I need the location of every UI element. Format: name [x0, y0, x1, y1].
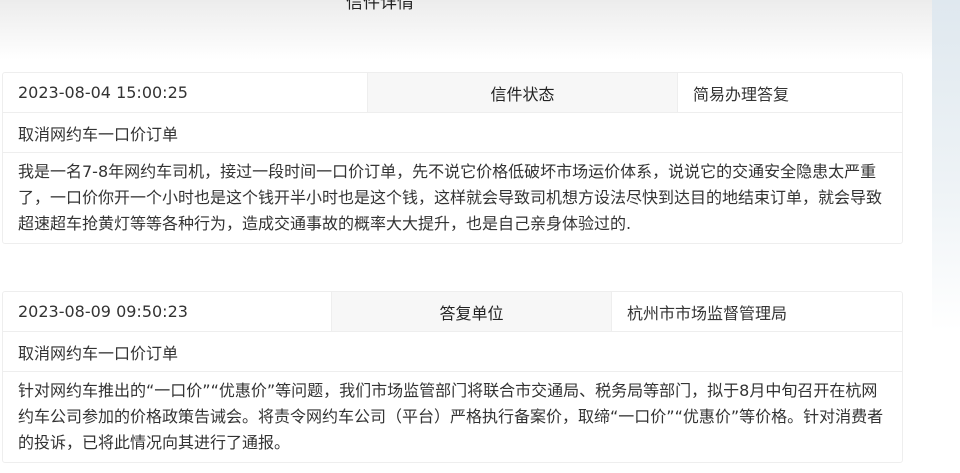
letter-content: 我是一名7-8年网约车司机，接过一段时间一口价订单，先不说它价格低破坏市场运价体… [18, 162, 883, 233]
letter-card: 2023-08-04 15:00:25 信件状态 简易办理答复 取消网约车一口价… [2, 72, 903, 244]
status-value: 简易办理答复 [693, 84, 790, 104]
page-title: 信件详情 [346, 0, 414, 13]
reply-subject-row: 取消网约车一口价订单 [3, 332, 902, 372]
reply-meta-row: 2023-08-09 09:50:23 答复单位 杭州市市场监督管理局 [3, 292, 902, 332]
reply-content: 针对网约车推出的“一口价”“优惠价”等问题，我们市场监管部门将联合市交通局、税务… [18, 381, 884, 452]
status-label: 信件状态 [367, 73, 678, 112]
reply-subject: 取消网约车一口价订单 [18, 343, 179, 363]
unit-label: 答复单位 [331, 292, 612, 331]
side-decoration [932, 0, 960, 473]
letter-subject: 取消网约车一口价订单 [18, 124, 179, 144]
letter-meta-row: 2023-08-04 15:00:25 信件状态 简易办理答复 [3, 73, 902, 113]
letter-date: 2023-08-04 15:00:25 [18, 83, 188, 102]
reply-date: 2023-08-09 09:50:23 [18, 302, 188, 321]
letter-subject-row: 取消网约车一口价订单 [3, 113, 902, 153]
unit-value: 杭州市市场监督管理局 [627, 303, 788, 323]
reply-card: 2023-08-09 09:50:23 答复单位 杭州市市场监督管理局 取消网约… [2, 291, 903, 463]
